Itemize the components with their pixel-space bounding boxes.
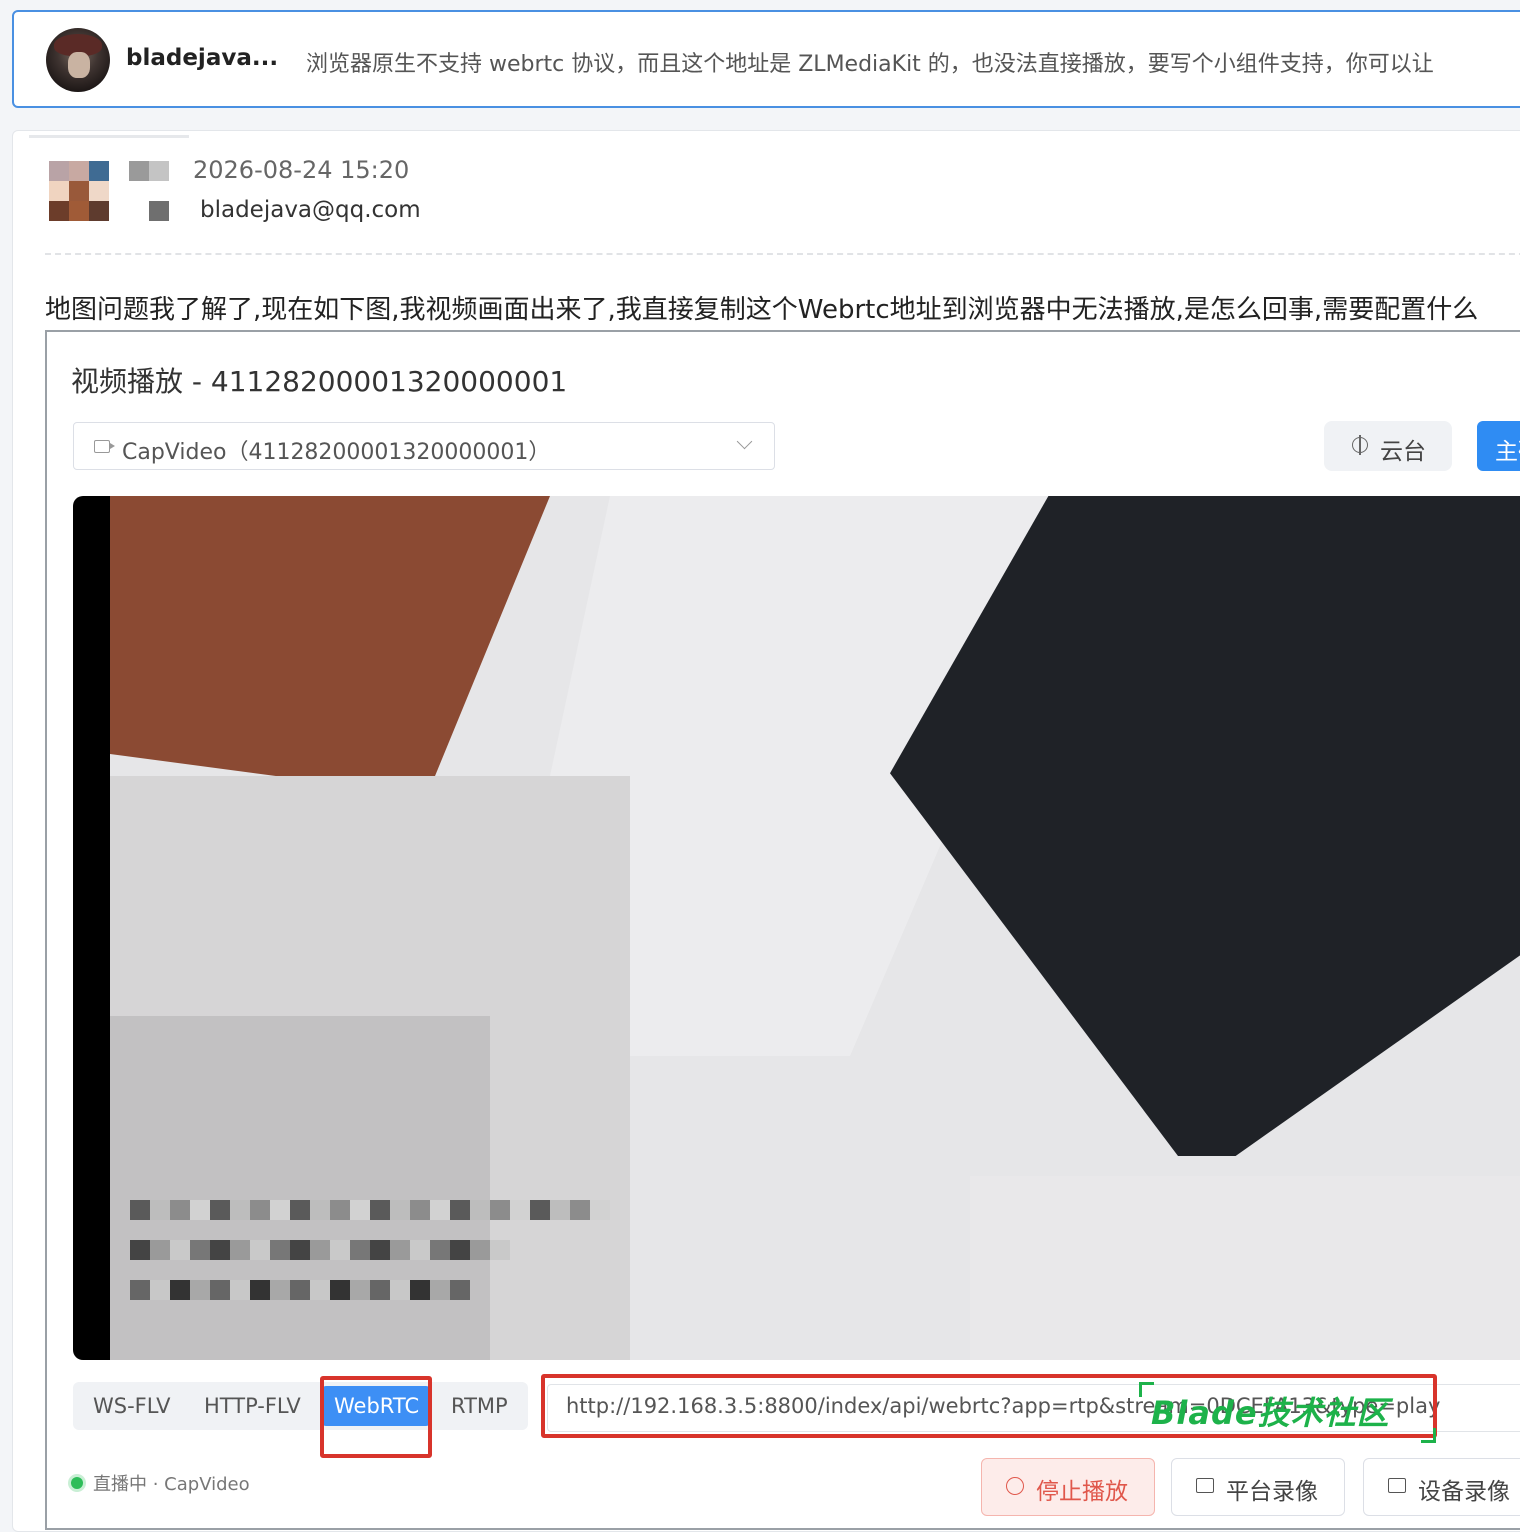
pixelated-name: [129, 161, 169, 181]
main-stream-label: 主码: [1495, 439, 1520, 465]
ptz-button-label: 云台: [1380, 439, 1426, 465]
live-status-text: 直播中 · CapVideo: [93, 1474, 250, 1495]
post-time: 2026-08-24 15:20: [193, 156, 410, 184]
answer-text: 浏览器原生不支持 webrtc 协议，而且这个地址是 ZLMediaKit 的，…: [306, 52, 1434, 77]
dashed-divider: [45, 253, 1520, 255]
watermark: Blade技术社区: [1151, 1394, 1390, 1432]
live-status-dot: [71, 1477, 83, 1489]
ptz-icon: [1352, 435, 1368, 455]
tab-rtmp[interactable]: RTMP: [451, 1394, 508, 1418]
pause-icon: [1006, 1477, 1024, 1495]
card-divider: [29, 135, 189, 138]
highlight-box-tab: [320, 1376, 432, 1458]
video-player[interactable]: [73, 496, 1520, 1360]
post-email: bladejava@qq.com: [200, 197, 421, 223]
ptz-button[interactable]: 云台: [1324, 421, 1452, 471]
channel-select[interactable]: CapVideo（41128200001320000001）: [73, 422, 775, 470]
video-icon: [1196, 1478, 1214, 1493]
post-card: 2026-08-24 15:20 bladejava@qq.com 地图问题我了…: [12, 130, 1520, 1532]
video-region-lightgrey: [110, 1016, 490, 1360]
pixelated-video-frame: [110, 496, 1520, 1360]
protocol-tabs: WS-FLV HTTP-FLV WebRTC RTMP: [73, 1382, 528, 1430]
tab-http-flv[interactable]: HTTP-FLV: [204, 1394, 301, 1418]
chevron-down-icon: [736, 433, 753, 450]
embedded-screenshot: 视频播放 - 41128200001320000001 CapVideo（411…: [45, 330, 1520, 1530]
pixelated-mark: [149, 201, 169, 221]
device-record-label: 设备录像: [1418, 1479, 1510, 1505]
platform-record-button[interactable]: 平台录像: [1171, 1458, 1345, 1516]
tab-ws-flv[interactable]: WS-FLV: [93, 1394, 171, 1418]
channel-select-value: CapVideo（41128200001320000001）: [122, 440, 551, 465]
platform-record-label: 平台录像: [1226, 1479, 1318, 1505]
stop-play-label: 停止播放: [1036, 1479, 1128, 1505]
device-record-button[interactable]: 设备录像: [1363, 1458, 1520, 1516]
camera-record-icon: [1388, 1478, 1406, 1493]
main-stream-button[interactable]: 主码: [1477, 421, 1520, 471]
video-region-brown: [110, 496, 550, 796]
avatar-face: [68, 52, 90, 78]
video-region-pale: [970, 1176, 1520, 1360]
watermark-corner-right: [1421, 1428, 1436, 1443]
answer-username[interactable]: bladejava...: [126, 45, 278, 71]
video-text-blur-3: [130, 1280, 470, 1300]
player-title: 视频播放 - 41128200001320000001: [71, 365, 568, 398]
answer-banner[interactable]: bladejava... 浏览器原生不支持 webrtc 协议，而且这个地址是 …: [12, 10, 1520, 108]
stop-play-button[interactable]: 停止播放: [981, 1458, 1155, 1516]
user-avatar[interactable]: [46, 28, 110, 92]
video-text-blur-2: [130, 1240, 510, 1260]
video-text-blur-1: [130, 1200, 610, 1220]
pixelated-avatar: [49, 161, 109, 221]
question-text: 地图问题我了解了,现在如下图,我视频画面出来了,我直接复制这个Webrtc地址到…: [45, 295, 1479, 325]
camera-icon: [94, 440, 115, 453]
